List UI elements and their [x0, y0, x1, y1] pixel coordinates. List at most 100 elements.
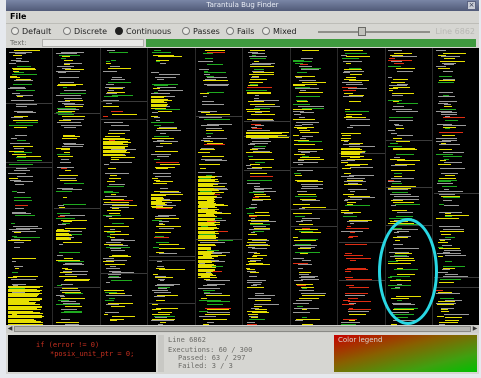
code-line-mark	[296, 221, 304, 222]
code-line-mark	[203, 53, 214, 54]
file-boundary	[6, 162, 52, 163]
code-line-mark	[441, 114, 458, 115]
code-line-mark	[153, 173, 172, 174]
code-line-mark	[109, 88, 124, 89]
code-line-mark	[106, 103, 113, 104]
code-line-mark	[152, 52, 171, 53]
code-line-mark	[295, 88, 319, 89]
mode-fails-radio[interactable]: Fails	[226, 26, 254, 37]
code-line-mark	[8, 300, 40, 301]
code-line-mark	[57, 66, 74, 67]
code-line-mark	[107, 210, 121, 211]
scroll-left-icon[interactable]: ◀	[6, 325, 14, 333]
code-line-mark	[396, 128, 405, 129]
code-line-mark	[14, 152, 32, 153]
mode-discrete-radio[interactable]: Discrete	[63, 26, 107, 37]
mode-mixed-radio[interactable]: Mixed	[262, 26, 297, 37]
code-line-mark	[198, 177, 215, 178]
code-line-mark	[65, 170, 71, 171]
detail-panel: if (error != 0) *posix_unit_ptr = 0; Lin…	[6, 333, 479, 374]
code-line-mark	[203, 285, 217, 286]
code-line-mark	[151, 199, 163, 200]
code-line-mark	[250, 104, 276, 105]
code-line-mark	[302, 260, 311, 261]
code-line-mark	[57, 85, 76, 86]
code-line-mark	[345, 277, 354, 278]
code-line-mark	[348, 237, 353, 238]
code-line-mark	[440, 240, 446, 241]
code-line-mark	[109, 52, 128, 53]
code-line-mark	[341, 138, 351, 139]
code-line-mark	[444, 250, 462, 251]
code-scrollbar[interactable]	[158, 335, 164, 372]
code-line-mark	[395, 204, 421, 205]
code-line-mark	[15, 208, 25, 209]
code-line-mark	[302, 295, 325, 296]
code-line-mark	[252, 141, 272, 142]
code-line-mark	[57, 178, 77, 179]
code-line-mark	[300, 138, 307, 139]
column-separator	[147, 48, 148, 325]
code-line-mark	[343, 61, 363, 62]
slider-handle[interactable]	[358, 27, 366, 36]
code-line-mark	[111, 240, 135, 241]
code-line-mark	[436, 154, 453, 155]
mode-passes-radio[interactable]: Passes	[182, 26, 220, 37]
code-line-mark	[346, 114, 362, 115]
code-line-mark	[443, 266, 466, 267]
code-line-mark	[300, 132, 320, 133]
code-line-mark	[110, 248, 121, 249]
code-line-mark	[103, 261, 114, 262]
column-separator	[242, 48, 243, 325]
code-line-mark	[110, 234, 130, 235]
scroll-right-icon[interactable]: ▶	[471, 325, 479, 333]
mode-continuous-radio[interactable]: Continuous	[115, 26, 171, 37]
horizontal-scrollbar[interactable]: ◀ ▶	[6, 325, 479, 333]
file-boundary	[6, 167, 52, 168]
code-line-mark	[61, 301, 77, 302]
mode-default-radio[interactable]: Default	[11, 26, 51, 37]
code-line-mark	[198, 220, 214, 221]
threshold-slider[interactable]	[318, 27, 430, 36]
code-line-mark	[438, 96, 456, 97]
code-line-mark	[13, 55, 23, 56]
code-line-mark	[63, 136, 81, 137]
code-line-mark	[151, 93, 171, 94]
code-line-mark	[207, 312, 230, 313]
code-line-mark	[64, 127, 77, 128]
code-line-mark	[344, 141, 349, 142]
code-line-mark	[205, 314, 230, 315]
code-line-mark	[207, 301, 231, 302]
code-line-mark	[61, 58, 66, 59]
code-line-mark	[106, 304, 119, 305]
code-line-mark	[246, 152, 272, 153]
code-line-mark	[293, 85, 305, 86]
code-line-mark	[247, 183, 260, 184]
code-line-mark	[8, 296, 37, 297]
code-line-mark	[397, 212, 413, 213]
code-line-mark	[111, 306, 125, 307]
code-line-mark	[157, 79, 164, 80]
code-line-mark	[111, 157, 136, 158]
code-line-mark	[438, 164, 451, 165]
code-line-mark	[249, 82, 264, 83]
code-line-mark	[296, 96, 320, 97]
code-line-mark	[254, 194, 267, 195]
menu-file[interactable]: File	[10, 11, 26, 23]
code-line-mark	[62, 146, 83, 147]
code-line-mark	[154, 237, 170, 238]
code-line-mark	[200, 93, 209, 94]
code-line-mark	[297, 128, 308, 129]
scrollbar-thumb[interactable]	[14, 326, 471, 332]
code-line-mark	[63, 264, 85, 265]
code-line-mark	[253, 72, 275, 73]
code-line-mark	[445, 237, 455, 238]
close-icon[interactable]: ×	[467, 1, 476, 10]
text-search-input[interactable]	[42, 39, 144, 47]
source-code-view[interactable]: if (error != 0) *posix_unit_ptr = 0;	[8, 335, 156, 372]
code-line-mark	[154, 125, 162, 126]
code-line-mark	[301, 188, 323, 189]
text-label: Text:	[10, 39, 27, 47]
code-line-mark	[110, 266, 117, 267]
code-line-mark	[12, 261, 17, 262]
